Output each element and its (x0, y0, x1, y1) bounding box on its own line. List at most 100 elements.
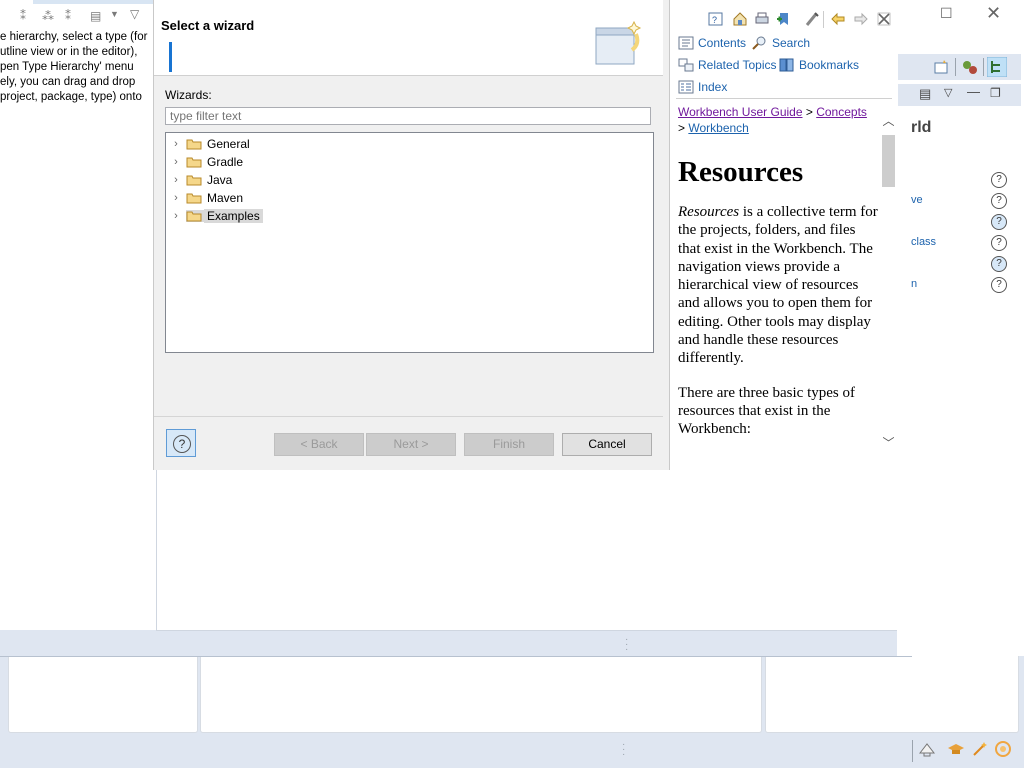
expand-chevron-icon[interactable]: › (170, 192, 182, 204)
print-icon[interactable] (754, 11, 770, 27)
hierarchy-perspective-icon[interactable] (987, 57, 1007, 77)
wizard-tree[interactable]: › General › Gradle › Java › Maven › Exam… (165, 132, 654, 353)
breadcrumb-concepts-link[interactable]: Concepts (816, 105, 867, 119)
wizard-filter-input[interactable] (165, 107, 651, 125)
subtype-hierarchy-icon[interactable]: ⁑ (65, 9, 71, 23)
toolbar-separator (955, 58, 956, 76)
dialog-title: Select a wizard (161, 18, 255, 33)
related-topics-icon (678, 58, 694, 72)
resources-term: Resources (678, 204, 740, 220)
dropdown-arrow-icon[interactable]: ▼ (110, 9, 119, 19)
back-arrow-icon[interactable] (830, 11, 846, 27)
index-label: Index (698, 80, 728, 94)
related-topics-link[interactable]: Related Topics (678, 58, 777, 72)
wizards-label: Wizards: (165, 88, 212, 102)
close-help-icon[interactable] (877, 12, 891, 26)
maximize-view-icon[interactable]: ❐ (990, 86, 1001, 100)
help-paragraph-1: Resources is a collective term for the p… (678, 203, 880, 368)
hint-line-3: pen Type Hierarchy' menu (0, 61, 134, 73)
tree-item-label: General (207, 137, 250, 151)
cancel-button[interactable]: Cancel (562, 433, 652, 456)
help-icon-5[interactable]: ? (991, 256, 1007, 272)
context-help-pane: ? Contents Search Related Topics Bookmar… (669, 0, 898, 470)
tree-item-general[interactable]: › General (170, 135, 250, 153)
welcome-title-fragment: rld (911, 119, 932, 136)
help-system-icon[interactable] (918, 741, 936, 757)
scroll-up-icon[interactable]: ︿ (882, 112, 895, 129)
background-window-right: ☐ ✕ ▤ ▽ — ❐ rld ? ve ? ? class ? ? n ? (897, 0, 1024, 656)
hint-line-4: ely, you can drag and drop (0, 76, 136, 88)
tree-item-label: Maven (207, 191, 244, 205)
svg-text:?: ? (712, 15, 717, 25)
forward-arrow-icon[interactable] (853, 11, 869, 27)
close-icon[interactable]: ✕ (986, 3, 1001, 24)
minimize-view-icon[interactable]: — (967, 84, 980, 99)
tree-item-label: Gradle (207, 155, 244, 169)
question-mark-icon: ? (173, 435, 191, 453)
related-topics-label: Related Topics (698, 58, 777, 72)
home-icon[interactable] (732, 11, 748, 27)
open-perspective-icon[interactable] (933, 59, 951, 75)
search-label: Search (772, 36, 811, 50)
welcome-link-3[interactable]: n (911, 278, 917, 290)
folder-icon (186, 157, 202, 168)
button-bar-separator (154, 416, 664, 417)
welcome-link-1[interactable]: ve (911, 194, 923, 206)
search-link[interactable]: Search (752, 36, 810, 50)
index-icon (678, 80, 694, 94)
highlight-search-icon[interactable] (804, 11, 820, 27)
maximize-icon[interactable]: ☐ (940, 5, 953, 22)
editor-status-resize-handle[interactable]: · · · (625, 635, 628, 655)
help-button[interactable]: ? (166, 429, 196, 457)
expand-chevron-icon[interactable]: › (170, 174, 182, 186)
search-icon (752, 36, 766, 50)
help-icon-3[interactable]: ? (991, 214, 1007, 230)
view-icon[interactable]: ▤ (919, 86, 931, 102)
toolbar-separator-help (823, 11, 824, 28)
welcome-link-2[interactable]: class (911, 236, 936, 248)
help-icon-2[interactable]: ? (991, 193, 1007, 209)
view-toolbar: ▤ ▽ — ❐ (897, 84, 1021, 106)
folder-icon (186, 193, 202, 204)
layout-icon[interactable]: ▤ (90, 9, 101, 23)
breadcrumb-user-guide-link[interactable]: Workbench User Guide (678, 105, 803, 119)
finish-button[interactable]: Finish (464, 433, 554, 456)
view-menu-icon[interactable]: ▽ (130, 7, 139, 21)
bookmarks-icon (779, 58, 794, 72)
help-heading: Resources (678, 156, 804, 188)
contents-link[interactable]: Contents (678, 36, 746, 50)
expand-chevron-icon[interactable]: › (170, 138, 182, 150)
overview-icon[interactable] (994, 740, 1012, 758)
expand-chevron-icon[interactable]: › (170, 210, 182, 222)
scroll-down-icon[interactable]: ﹀ (882, 434, 895, 451)
contents-icon (678, 36, 694, 50)
next-button[interactable]: Next > (366, 433, 456, 456)
tree-item-examples[interactable]: › Examples (170, 207, 263, 225)
help-icon-1[interactable]: ? (991, 172, 1007, 188)
view-menu-icon-right[interactable]: ▽ (944, 86, 952, 99)
hierarchy-type-icon[interactable]: ⁑ (20, 9, 26, 23)
help-icon-6[interactable]: ? (991, 277, 1007, 293)
help-scrollbar[interactable]: ︿ ﹀ (880, 108, 897, 464)
back-button[interactable]: < Back (274, 433, 364, 456)
bookmarks-label: Bookmarks (799, 58, 860, 72)
background-pane-center (200, 656, 762, 733)
status-divider (912, 740, 913, 762)
bookmarks-link[interactable]: Bookmarks (779, 58, 859, 72)
help-icon-4[interactable]: ? (991, 235, 1007, 251)
tree-item-maven[interactable]: › Maven (170, 189, 243, 207)
tree-item-java[interactable]: › Java (170, 171, 232, 189)
help-content: Workbench User Guide > Concepts > Workbe… (678, 104, 880, 466)
tutorial-hat-icon[interactable] (947, 741, 965, 757)
magic-wand-icon[interactable] (971, 741, 989, 757)
tree-item-gradle[interactable]: › Gradle (170, 153, 243, 171)
index-link[interactable]: Index (678, 80, 727, 94)
supertype-hierarchy-icon[interactable]: ⁂ (42, 9, 54, 23)
expand-chevron-icon[interactable]: › (170, 156, 182, 168)
status-bar-resize-handle[interactable]: · · · (622, 740, 625, 760)
scrollbar-thumb[interactable] (882, 135, 895, 187)
show-in-contents-icon[interactable]: ? (708, 11, 724, 27)
java-perspective-icon[interactable] (961, 59, 979, 75)
breadcrumb-workbench-link[interactable]: Workbench (688, 121, 748, 135)
bookmark-add-icon[interactable] (776, 11, 792, 27)
